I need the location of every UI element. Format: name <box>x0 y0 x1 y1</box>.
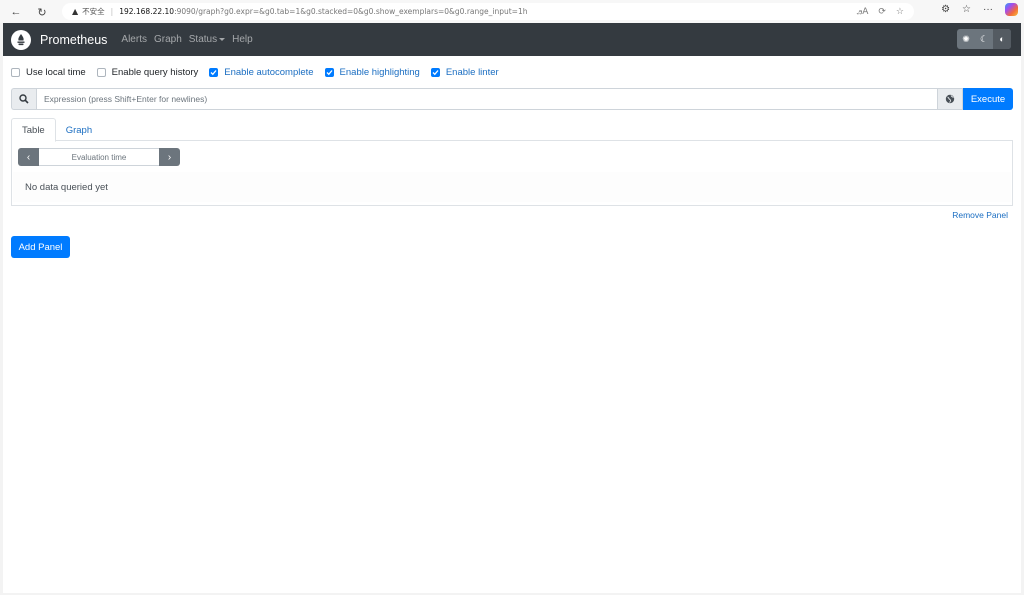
tab-table[interactable]: Table <box>11 118 56 142</box>
empty-state-text: No data queried yet <box>13 172 1011 202</box>
evaluation-time-control: ‹ › <box>18 148 180 166</box>
favorites-icon[interactable]: ☆ <box>962 4 971 15</box>
panel-body: ‹ › No data queried yet <box>11 141 1013 206</box>
checkbox[interactable] <box>209 68 219 77</box>
add-panel-button[interactable]: Add Panel <box>11 236 70 258</box>
prometheus-logo-icon[interactable] <box>11 29 31 50</box>
tab-graph[interactable]: Graph <box>56 118 102 142</box>
checkbox[interactable] <box>11 68 20 77</box>
expression-row: Execute <box>11 88 1013 110</box>
browser-toolbar: ← ↻ ▲ 不安全 | 192.168.22.10:9090/graph?g0.… <box>0 0 1024 23</box>
option-linter[interactable]: Enable linter <box>430 67 499 78</box>
adjust-icon[interactable]: ◐ <box>993 29 1011 49</box>
insecure-label: 不安全 <box>82 7 105 16</box>
brand-title[interactable]: Prometheus <box>40 33 107 47</box>
checkbox[interactable] <box>96 68 106 77</box>
address-separator: | <box>110 7 114 16</box>
navbar: Prometheus Alerts Graph Status Help ✺ ☾ … <box>3 23 1021 56</box>
address-bar[interactable]: ▲ 不安全 | 192.168.22.10:9090/graph?g0.expr… <box>62 3 914 20</box>
option-use-local-time[interactable]: Use local time <box>11 67 86 78</box>
nav-status-label: Status <box>188 34 218 45</box>
read-aloud-icon[interactable]: ꭿA <box>857 7 869 17</box>
option-autocomplete[interactable]: Enable autocomplete <box>209 67 314 78</box>
option-label: Enable linter <box>445 67 499 78</box>
nav-status[interactable]: Status <box>188 34 226 45</box>
theme-toggle: ✺ ☾ ◐ <box>957 29 1011 49</box>
url-host: 192.168.22.10 <box>119 7 175 16</box>
options-bar: Use local time Enable query history Enab… <box>11 67 510 78</box>
sun-icon[interactable]: ✺ <box>957 29 975 49</box>
back-arrow-icon[interactable]: ← <box>8 4 24 20</box>
execute-button[interactable]: Execute <box>963 88 1013 110</box>
evaluation-time-input[interactable] <box>39 148 159 166</box>
nav-graph[interactable]: Graph <box>154 34 182 45</box>
remove-panel-link[interactable]: Remove Panel <box>952 210 1008 220</box>
option-label: Enable query history <box>111 67 199 78</box>
chevron-down-icon <box>219 37 226 41</box>
search-icon <box>11 88 36 110</box>
copilot-icon[interactable] <box>1005 3 1018 16</box>
nav-help[interactable]: Help <box>232 34 253 45</box>
metrics-explorer-globe-icon[interactable] <box>938 88 963 110</box>
refresh-icon[interactable]: ↻ <box>34 4 50 20</box>
chevron-left-icon[interactable]: ‹ <box>18 148 39 166</box>
app-icon[interactable]: ⟳ <box>878 7 886 17</box>
checkbox[interactable] <box>430 68 440 77</box>
option-query-history[interactable]: Enable query history <box>96 67 199 78</box>
warning-icon: ▲ <box>72 7 79 16</box>
favorite-star-icon[interactable]: ☆ <box>896 7 904 17</box>
option-highlighting[interactable]: Enable highlighting <box>324 67 420 78</box>
url-path: :9090/graph?g0.expr=&g0.tab=1&g0.stacked… <box>174 7 528 16</box>
option-label: Enable highlighting <box>339 67 420 78</box>
prometheus-page: Prometheus Alerts Graph Status Help ✺ ☾ … <box>3 23 1021 593</box>
moon-icon[interactable]: ☾ <box>975 29 993 49</box>
checkbox[interactable] <box>324 68 334 77</box>
nav-alerts[interactable]: Alerts <box>121 34 147 45</box>
option-label: Enable autocomplete <box>224 67 314 78</box>
more-menu-icon[interactable]: ··· <box>983 4 993 15</box>
chevron-right-icon[interactable]: › <box>159 148 180 166</box>
expression-input[interactable] <box>36 88 938 110</box>
option-label: Use local time <box>26 67 86 78</box>
extensions-icon[interactable]: ⚙ <box>941 4 950 15</box>
panel-tabs: Table Graph <box>11 118 1013 142</box>
